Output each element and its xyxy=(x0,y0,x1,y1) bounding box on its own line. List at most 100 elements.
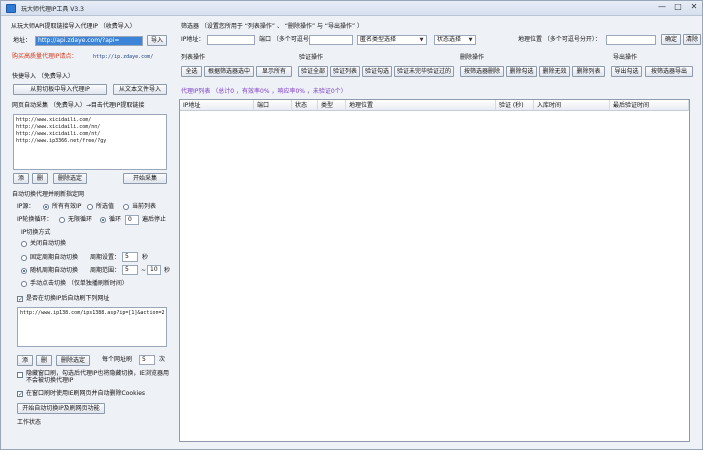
start-collect-button[interactable]: 开始采集 xyxy=(123,173,167,184)
remove-refresh-url-button[interactable]: 删 xyxy=(36,355,52,366)
confirm-button[interactable]: 确定 xyxy=(661,34,681,45)
url-label: 地址： xyxy=(13,37,32,44)
location-filter-label: 地理位置 （多个可逗号分开）： xyxy=(518,36,601,43)
verify-all-button[interactable]: 验证全部 xyxy=(298,66,328,77)
delete-selected-refresh-button[interactable]: 删除选定 xyxy=(56,355,90,366)
fixed-period-label: 周期设置： xyxy=(90,254,121,261)
column-verify-time[interactable]: 验证 (秒) xyxy=(496,100,534,111)
random-period-unit: 秒 xyxy=(164,267,171,274)
random-period-label: 周期范围： xyxy=(90,267,121,274)
mode-fixed-radio[interactable] xyxy=(21,255,27,261)
start-switch-button[interactable]: 开始自动切换IP及刷网页功能 xyxy=(17,403,105,414)
switch-mode-label: IP切换方式 xyxy=(21,229,51,236)
ie-cookies-label: 在窗口刷时使用IE刷网页并自动删除Cookies xyxy=(26,390,146,397)
maximize-button[interactable]: □ xyxy=(671,2,685,13)
delete-list-button[interactable]: 删除列表 xyxy=(572,66,605,77)
select-by-filter-button[interactable]: 根据筛选器选中 xyxy=(204,66,254,77)
chevron-down-icon: ▼ xyxy=(468,37,473,43)
ie-cookies-checkbox[interactable]: ✓ xyxy=(17,391,23,398)
hidden-window-checkbox[interactable] xyxy=(17,372,23,378)
delete-selected-url-button[interactable]: 删除选定 xyxy=(53,173,87,184)
location-filter-input[interactable] xyxy=(606,35,656,45)
loop-infinite-radio[interactable] xyxy=(59,217,65,223)
ip-source-selected-radio[interactable] xyxy=(87,204,93,210)
stats-text: 代理IP列表 （总计0 ，有效率0% ，响应率0% ，未验证0个） xyxy=(181,88,347,95)
ip-filter-label: IP地址： xyxy=(181,36,205,43)
file-import-button[interactable]: 从文本文件导入 xyxy=(113,84,167,95)
proxy-list-table[interactable]: IP地址 端口 状态 类型 地理位置 验证 (秒) 入库时间 最后验证时间 xyxy=(179,99,690,442)
per-page-label: 每个网址刷 xyxy=(102,356,133,363)
chevron-down-icon: ▼ xyxy=(419,37,424,43)
per-page-input[interactable]: 5 xyxy=(139,355,155,365)
verify-ops-title: 验证操作 xyxy=(299,54,324,61)
range-dash: ~ xyxy=(141,267,147,274)
loop-count-radio[interactable] xyxy=(100,217,106,223)
api-section-title: 从玩大师API提取链接导入代理IP （收费导入） xyxy=(11,23,136,30)
add-url-button[interactable]: 添 xyxy=(13,173,29,184)
show-all-button[interactable]: 显示所有 xyxy=(256,66,292,77)
quick-import-title: 快捷导入 （免费导入） xyxy=(12,73,74,80)
export-by-filter-button[interactable]: 按筛选器导出 xyxy=(645,66,693,77)
port-filter-input[interactable] xyxy=(309,35,353,45)
clipboard-import-button[interactable]: 从剪切板中导入代理IP xyxy=(13,84,107,95)
fixed-period-unit: 秒 xyxy=(142,254,149,261)
web-urls-textarea[interactable]: http://www.xicidaili.com/ http://www.xic… xyxy=(13,114,167,170)
clear-button[interactable]: 清除 xyxy=(683,34,701,45)
close-button[interactable]: ✕ xyxy=(687,2,701,13)
random-to-input[interactable]: 10 xyxy=(147,265,161,275)
column-location[interactable]: 地理位置 xyxy=(346,100,496,111)
loop-count-label: 循环 xyxy=(109,216,122,223)
status-select[interactable]: 状态选择 ▼ xyxy=(434,35,476,45)
export-checked-button[interactable]: 导出勾选 xyxy=(611,66,642,77)
random-from-input[interactable]: 5 xyxy=(122,265,138,275)
per-page-unit: 次 xyxy=(159,356,166,363)
anon-type-value: 匿名类型选择 xyxy=(360,36,397,43)
verify-unverified-button[interactable]: 验证未完毕验证过的 xyxy=(394,66,454,77)
delete-checked-button[interactable]: 删除勾选 xyxy=(506,66,537,77)
import-button[interactable]: 导入 xyxy=(147,35,167,46)
fixed-period-input[interactable]: 5 xyxy=(122,252,138,262)
loop-infinite-label: 无限循环 xyxy=(68,216,93,223)
filter-title: 筛选器 （设置您所用于 “列表操作” 、 “删除操作” 与 “导出操作” ） xyxy=(181,23,364,30)
open-page-checkbox[interactable]: ✓ xyxy=(17,296,23,303)
api-url-input[interactable]: http://api.zdaye.com/?api= xyxy=(35,36,143,46)
mode-random-label: 随机周期自动切换 xyxy=(30,267,79,274)
verify-list-button[interactable]: 验证列表 xyxy=(330,66,360,77)
ip-source-list-radio[interactable] xyxy=(123,204,129,210)
loop-count-input[interactable]: 0 xyxy=(125,215,139,225)
column-type[interactable]: 类型 xyxy=(318,100,346,111)
delete-ops-title: 删除操作 xyxy=(460,54,485,61)
web-extract-title: 网页自动采集 （免费导入）→目击代理IP提取链接 xyxy=(12,102,145,109)
main-window: 玩大师代理IP工具 V3.3 — □ ✕ 从玩大师API提取链接导入代理IP （… xyxy=(0,0,703,450)
export-ops-title: 导出操作 xyxy=(613,54,638,61)
hidden-window-label: 隐藏窗口刷，勾选后代理IP也将隐藏切换，IE浏览器用不会被切换代理IP xyxy=(26,370,169,384)
mode-off-radio[interactable] xyxy=(21,241,27,247)
auto-switch-title: 自动切换代理并刷新指定网 xyxy=(12,191,85,198)
buy-link[interactable]: http://ip.zdaye.com/ xyxy=(93,53,153,61)
verify-checked-button[interactable]: 验证勾选 xyxy=(362,66,392,77)
delete-invalid-button[interactable]: 删除无效 xyxy=(539,66,570,77)
ip-source-all-radio[interactable] xyxy=(43,204,49,210)
ip-filter-input[interactable] xyxy=(207,35,255,45)
select-all-button[interactable]: 全选 xyxy=(181,66,202,77)
mode-manual-label: 手动点击切换 （仅单独播刷新时间） xyxy=(30,280,128,287)
mode-random-radio[interactable] xyxy=(21,268,27,274)
app-icon xyxy=(6,4,16,13)
refresh-url-textarea[interactable]: http://www.ip138.com/ips1388.asp?ip=[1]&… xyxy=(17,307,167,347)
column-last-verify[interactable]: 最后验证时间 xyxy=(610,100,689,111)
ip-loop-label: IP轮换循环： xyxy=(17,216,53,223)
remove-url-button[interactable]: 删 xyxy=(32,173,48,184)
column-added-time[interactable]: 入库时间 xyxy=(534,100,610,111)
column-status[interactable]: 状态 xyxy=(292,100,318,111)
mode-off-label: 关闭自动切换 xyxy=(30,240,67,247)
column-port[interactable]: 端口 xyxy=(254,100,292,111)
loop-suffix: 遍后停止 xyxy=(142,216,167,223)
list-ops-title: 列表操作 xyxy=(181,54,206,61)
add-refresh-url-button[interactable]: 添 xyxy=(17,355,33,366)
ip-source-all-label: 所有有效IP xyxy=(52,203,82,210)
mode-manual-radio[interactable] xyxy=(21,281,27,287)
column-ip[interactable]: IP地址 xyxy=(180,100,254,111)
anon-type-select[interactable]: 匿名类型选择 ▼ xyxy=(357,35,427,45)
delete-by-filter-button[interactable]: 按筛选器删除 xyxy=(460,66,504,77)
minimize-button[interactable]: — xyxy=(655,2,669,13)
